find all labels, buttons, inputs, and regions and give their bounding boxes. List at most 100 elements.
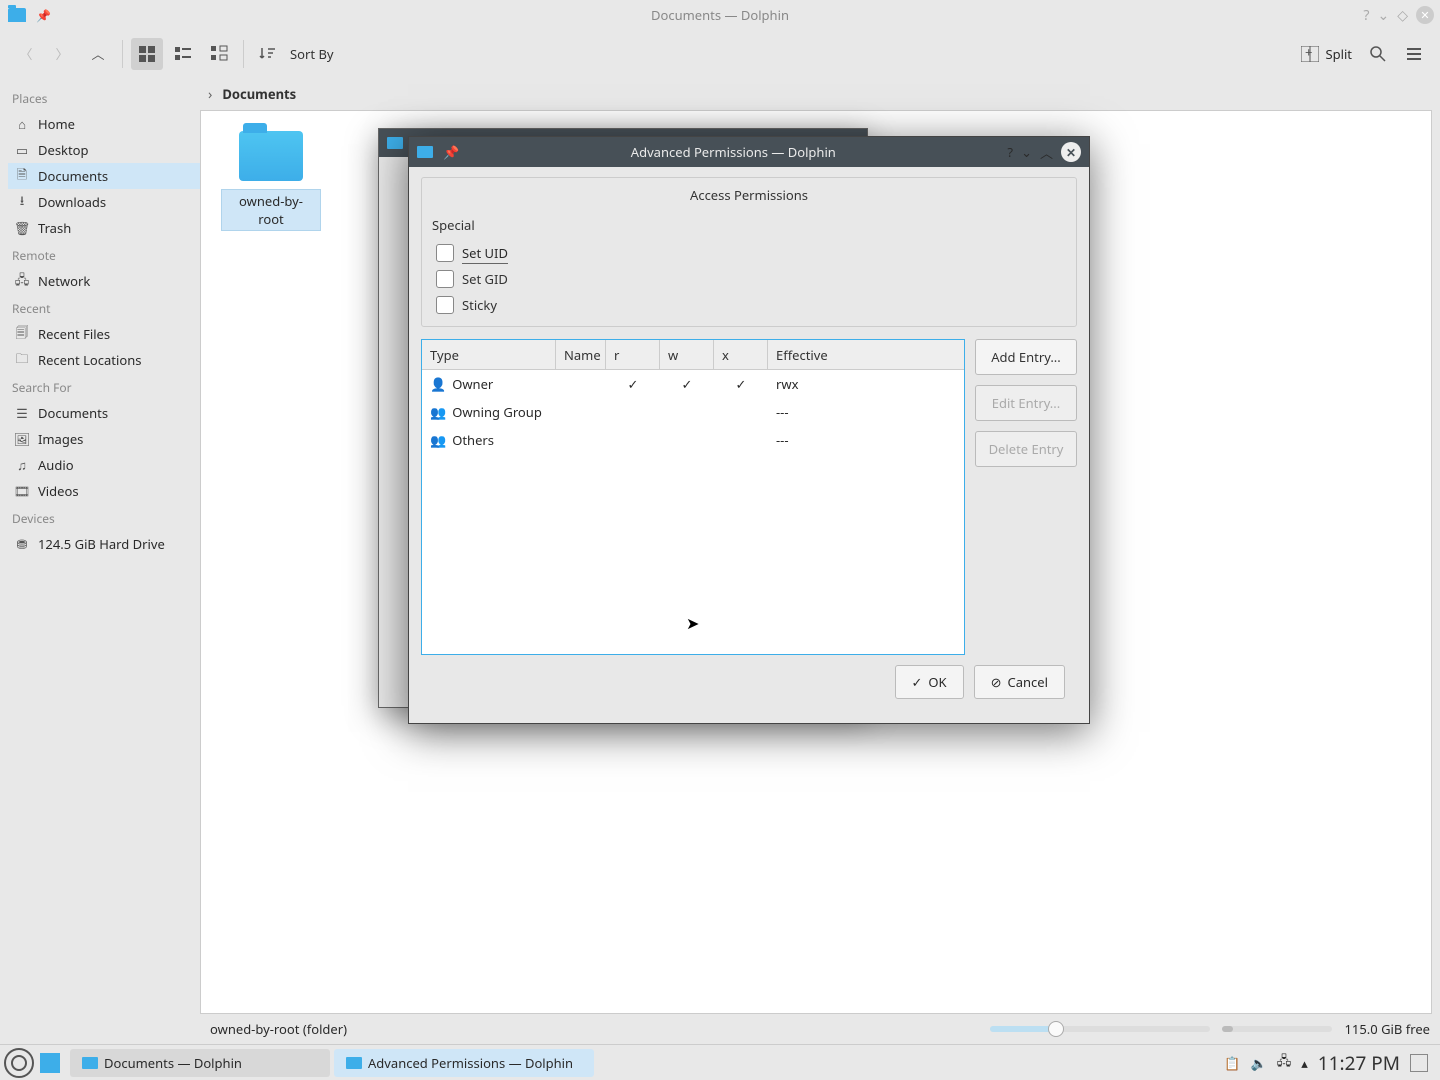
help-icon[interactable]: ? <box>1363 6 1369 25</box>
sidebar-item-downloads[interactable]: ⭳Downloads <box>8 189 200 215</box>
images-icon: 🖼 <box>14 431 30 447</box>
sidebar-search-videos[interactable]: 🎞Videos <box>8 478 200 504</box>
sidebar-search-images[interactable]: 🖼Images <box>8 426 200 452</box>
sidebar-item-recent-files[interactable]: 🗐Recent Files <box>8 321 200 347</box>
sidebar-item-home[interactable]: ⌂Home <box>8 111 200 137</box>
doc-icon: ☰ <box>14 405 30 421</box>
acl-row-owner[interactable]: 👤Owner ✓ ✓ ✓ rwx <box>422 370 964 398</box>
volume-icon[interactable]: 🔈 <box>1251 1054 1267 1072</box>
col-w[interactable]: w <box>660 340 714 369</box>
acl-table[interactable]: Type Name r w x Effective 👤Owner ✓ ✓ ✓ r… <box>421 339 965 655</box>
peek-desktop-icon[interactable] <box>1410 1054 1428 1072</box>
sticky-row[interactable]: Sticky <box>422 292 1076 326</box>
forward-button[interactable]: 〉 <box>46 38 78 70</box>
dialog-app-icon <box>417 146 433 158</box>
task-dolphin[interactable]: Documents — Dolphin <box>70 1049 330 1077</box>
app-launcher-icon[interactable] <box>4 1048 34 1078</box>
main-toolbar: 〈 〉 ︿ Sort By + Split <box>0 30 1440 78</box>
places-sidebar: Places ⌂Home ▭Desktop 🗎Documents ⭳Downlo… <box>0 78 200 1044</box>
sidebar-search-audio[interactable]: ♫Audio <box>8 452 200 478</box>
clock[interactable]: 11:27 PM <box>1318 1050 1400 1076</box>
status-text: owned-by-root (folder) <box>210 1020 347 1038</box>
sort-icon[interactable] <box>252 38 284 70</box>
recent-heading: Recent <box>8 294 200 321</box>
ok-button[interactable]: ✓ OK <box>895 665 964 699</box>
search-icon[interactable] <box>1362 38 1394 70</box>
cancel-button[interactable]: ⊘ Cancel <box>974 665 1065 699</box>
check-icon: ✓ <box>912 673 923 691</box>
setgid-checkbox[interactable] <box>436 270 454 288</box>
window-title: Documents — Dolphin <box>651 6 789 24</box>
videos-icon: 🎞 <box>14 483 30 499</box>
col-name[interactable]: Name <box>556 340 606 369</box>
minimize-icon[interactable]: ⌄ <box>1377 6 1389 25</box>
dialog-pin-icon[interactable]: 📌 <box>443 143 459 161</box>
sidebar-item-harddrive[interactable]: ⛃124.5 GiB Hard Drive <box>8 531 200 557</box>
clipboard-icon[interactable]: 📋 <box>1224 1054 1240 1072</box>
documents-icon: 🗎 <box>14 168 30 184</box>
show-desktop-button[interactable] <box>40 1053 60 1073</box>
main-window-titlebar: 📌 Documents — Dolphin ? ⌄ ◇ ✕ <box>0 0 1440 30</box>
group-icon: 👥 <box>430 403 446 421</box>
devices-heading: Devices <box>8 504 200 531</box>
icons-view-button[interactable] <box>131 38 163 70</box>
dialog-help-icon[interactable]: ? <box>1007 143 1013 161</box>
pin-icon[interactable]: 📌 <box>36 7 51 24</box>
svg-text:+: + <box>1305 46 1312 61</box>
setuid-row[interactable]: Set UID <box>422 240 1076 266</box>
dialog-close-icon[interactable]: ✕ <box>1061 142 1081 162</box>
acl-row-group[interactable]: 👥Owning Group --- <box>422 398 964 426</box>
sidebar-search-documents[interactable]: ☰Documents <box>8 400 200 426</box>
audio-icon: ♫ <box>14 457 30 473</box>
close-icon[interactable]: ✕ <box>1416 6 1434 24</box>
dialog-maximize-icon[interactable]: ︿ <box>1040 143 1053 162</box>
group-title: Access Permissions <box>422 178 1076 212</box>
folder-label[interactable]: owned-by-root <box>221 189 321 231</box>
access-permissions-group: Access Permissions Special Set UID Set G… <box>421 177 1077 327</box>
acl-row-others[interactable]: 👥Others --- <box>422 426 964 454</box>
places-heading: Places <box>8 84 200 111</box>
col-type[interactable]: Type <box>422 340 556 369</box>
up-button[interactable]: ︿ <box>82 38 114 70</box>
dialog-titlebar[interactable]: 📌 Advanced Permissions — Dolphin ? ⌄ ︿ ✕ <box>409 137 1089 167</box>
menu-icon[interactable] <box>1398 38 1430 70</box>
add-entry-button[interactable]: Add Entry... <box>975 339 1077 375</box>
network-icon: 🖧 <box>14 273 30 289</box>
desktop-icon: ▭ <box>14 142 30 158</box>
setgid-row[interactable]: Set GID <box>422 266 1076 292</box>
col-effective[interactable]: Effective <box>768 340 964 369</box>
breadcrumb[interactable]: › Documents <box>200 78 1440 110</box>
breadcrumb-arrow-icon: › <box>208 85 212 104</box>
sort-by-label[interactable]: Sort By <box>290 45 334 63</box>
downloads-icon: ⭳ <box>14 194 30 210</box>
task-permissions[interactable]: Advanced Permissions — Dolphin <box>334 1049 594 1077</box>
sticky-checkbox[interactable] <box>436 296 454 314</box>
dialog-minimize-icon[interactable]: ⌄ <box>1021 143 1032 161</box>
breadcrumb-current[interactable]: Documents <box>222 85 296 103</box>
maximize-icon[interactable]: ◇ <box>1397 6 1408 25</box>
compact-view-button[interactable] <box>167 38 199 70</box>
back-button[interactable]: 〈 <box>10 38 42 70</box>
zoom-slider[interactable] <box>990 1026 1210 1032</box>
sidebar-item-network[interactable]: 🖧Network <box>8 268 200 294</box>
home-icon: ⌂ <box>14 116 30 132</box>
details-view-button[interactable] <box>203 38 235 70</box>
split-button[interactable]: + Split <box>1293 41 1360 67</box>
col-x[interactable]: x <box>714 340 768 369</box>
network-tray-icon[interactable]: 🖧 <box>1277 1051 1292 1074</box>
col-r[interactable]: r <box>606 340 660 369</box>
folder-icon <box>239 131 303 181</box>
search-heading: Search For <box>8 373 200 400</box>
sidebar-item-trash[interactable]: 🗑Trash <box>8 215 200 241</box>
folder-owned-by-root[interactable]: owned-by-root <box>221 131 321 231</box>
sidebar-item-documents[interactable]: 🗎Documents <box>8 163 200 189</box>
free-space-bar <box>1222 1026 1332 1032</box>
taskbar: Documents — Dolphin Advanced Permissions… <box>0 1044 1440 1080</box>
setuid-checkbox[interactable] <box>436 244 454 262</box>
system-tray: 📋 🔈 🖧 ▴ 11:27 PM <box>1224 1050 1436 1076</box>
tray-expand-icon[interactable]: ▴ <box>1301 1054 1308 1072</box>
free-space-text: 115.0 GiB free <box>1344 1020 1430 1038</box>
sidebar-item-desktop[interactable]: ▭Desktop <box>8 137 200 163</box>
sidebar-item-recent-locations[interactable]: 🗀Recent Locations <box>8 347 200 373</box>
recent-locations-icon: 🗀 <box>14 352 30 368</box>
